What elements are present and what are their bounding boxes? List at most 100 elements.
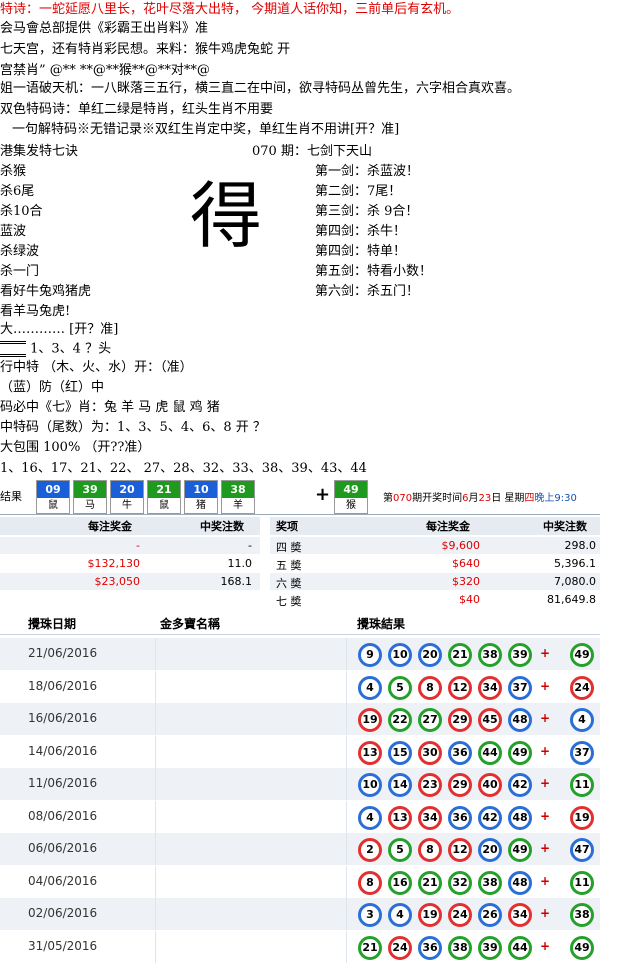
history-special-ball: 49	[570, 935, 594, 960]
history-row: 04/06/2016 8 16 21 32 38 48 +11	[0, 865, 600, 898]
prize-top-divider	[0, 514, 600, 515]
extra-line-1: 大………… [开？准]	[0, 322, 119, 337]
history-ball: 26	[478, 903, 502, 927]
history-special-ball: 24	[570, 675, 594, 700]
prize-left-count: 11.0	[227, 557, 253, 570]
history-ball: 39	[478, 935, 502, 960]
prize-left-count: 168.1	[220, 575, 253, 588]
prize-right-header-count: 中奖注数	[543, 520, 587, 533]
prize-left-header-count: 中奖注数	[200, 520, 244, 533]
history-plus: +	[540, 678, 551, 693]
history-ball: 21	[358, 935, 382, 960]
result-ball-zodiac: 牛	[111, 498, 143, 513]
history-ball: 12	[448, 675, 472, 700]
history-ball: 38	[478, 643, 502, 667]
prize-left-amount: $132,130	[87, 557, 141, 570]
history-row: 16/06/2016 19 22 27 29 45 48 +4	[0, 703, 600, 735]
history-ball: 24	[448, 903, 472, 927]
extra-line-3: 行中特 （木、火、水）开：（准）	[0, 360, 193, 375]
history-ball: 32	[448, 870, 472, 895]
history-name-cell	[155, 735, 347, 768]
result-ball-number: 49	[335, 481, 367, 498]
prize-right-name: 六 奬	[276, 577, 302, 590]
result-ball-number: 21	[148, 481, 180, 498]
history-ball: 38	[448, 935, 472, 960]
result-ball-zodiac: 猴	[335, 498, 367, 513]
history-ball: 48	[508, 708, 532, 732]
history-special-ball: 38	[570, 903, 594, 927]
history-plus: +	[540, 808, 551, 823]
draw-day: 23	[478, 493, 492, 504]
history-special-ball: 4	[570, 708, 594, 732]
draw-info-a: 第	[383, 493, 393, 504]
history-header-date: 攪珠日期	[28, 617, 77, 631]
history-ball: 13	[388, 805, 412, 830]
extra-line-6: 中特码（尾数）为：1、3、5、4、6、8 开 ？	[0, 420, 266, 435]
prize-right-amount: $320	[452, 575, 480, 588]
prize-right-name: 五 奬	[276, 559, 302, 572]
history-ball: 9	[358, 643, 382, 667]
history-row: 31/05/2016 21 24 36 38 39 44 +49	[0, 930, 600, 963]
right-list-item: 第五剑：特看小数！	[315, 264, 433, 279]
history-date: 14/06/2016	[28, 743, 98, 758]
history-ball: 22	[388, 708, 412, 732]
history-ball: 8	[358, 870, 382, 895]
result-ball-number: 20	[111, 481, 143, 498]
history-name-cell	[155, 703, 347, 735]
result-label: 结果	[0, 490, 22, 503]
history-ball: 44	[508, 935, 532, 960]
extra-line-2: 1、3、4 ？头	[0, 341, 111, 358]
poem-line-6: 双色特码诗：单红二绿是特肖，红头生肖不用要	[0, 102, 274, 117]
history-ball: 40	[478, 773, 502, 797]
poem-line-1: 特诗：一蛇延愿八里长，花叶尽落大出特， 今期道人话你知，三前单后有玄机。	[0, 2, 460, 17]
poem-line-2: 会马會总部提供《彩霸王出肖料》准	[0, 21, 209, 36]
history-ball: 4	[358, 805, 382, 830]
left-list-item: 看羊马兔虎!	[0, 304, 71, 319]
right-list-item: 第六剑：杀五门！	[315, 284, 420, 299]
history-ball: 10	[358, 773, 382, 797]
history-special-ball: 19	[570, 805, 594, 830]
history-date: 02/06/2016	[28, 906, 98, 920]
history-ball: 4	[358, 675, 382, 700]
history-date: 18/06/2016	[28, 678, 98, 693]
result-ball-number: 38	[222, 481, 254, 498]
history-ball: 20	[418, 643, 442, 667]
history-special-ball: 11	[570, 773, 594, 797]
poem-line-4: 宫禁肖” @** **@**猴**@**对**@	[0, 63, 210, 78]
result-ball-number: 10	[185, 481, 217, 498]
left-list-item: 杀10合	[0, 204, 43, 219]
history-ball: 34	[418, 805, 442, 830]
result-ball-zodiac: 马	[74, 498, 106, 513]
history-name-cell	[155, 800, 347, 833]
history-row: 02/06/2016 3 4 19 24 26 34 +38	[0, 898, 600, 930]
history-row: 18/06/2016 4 5 8 12 34 37 +24	[0, 670, 600, 703]
history-date: 06/06/2016	[28, 841, 98, 855]
right-list-item: 第四剑：杀牛！	[315, 224, 407, 239]
history-name-cell	[155, 768, 347, 800]
right-list-title: 070 期：七剑下天山	[252, 144, 372, 159]
draw-number: 070	[393, 493, 413, 504]
history-ball: 3	[358, 903, 382, 927]
prize-right-amount: $640	[452, 557, 480, 570]
history-ball: 34	[508, 903, 532, 927]
history-ball: 14	[388, 773, 412, 797]
prize-left-amount: $23,050	[94, 575, 141, 588]
history-ball: 42	[508, 773, 532, 797]
history-plus: +	[540, 841, 551, 855]
history-plus: +	[540, 873, 551, 888]
extra-line-4: （蓝）防（红）中	[0, 380, 105, 395]
history-row: 11/06/2016 10 14 23 29 40 42 +11	[0, 768, 600, 800]
poem-line-7: 一句解特码※无错记录※双红生肖定中奖，单红生肖不用讲[开？准]	[12, 122, 400, 137]
history-special-ball: 37	[570, 740, 594, 765]
result-ball: 39 马	[73, 480, 107, 514]
history-row: 06/06/2016 2 5 8 12 20 49 +47	[0, 833, 600, 865]
history-date: 08/06/2016	[28, 808, 98, 823]
history-row: 14/06/2016 13 15 30 36 44 49 +37	[0, 735, 600, 768]
result-ball-number: 09	[37, 481, 69, 498]
history-special-ball: 49	[570, 643, 594, 667]
prize-right-header-name: 奖项	[276, 520, 298, 533]
prize-left-amount: -	[136, 539, 140, 552]
left-list-item: 看好牛兔鸡猪虎	[0, 284, 92, 299]
extra-line-7: 大包围 100% （开??准）	[0, 440, 151, 455]
result-ball: 21 鼠	[147, 480, 181, 514]
